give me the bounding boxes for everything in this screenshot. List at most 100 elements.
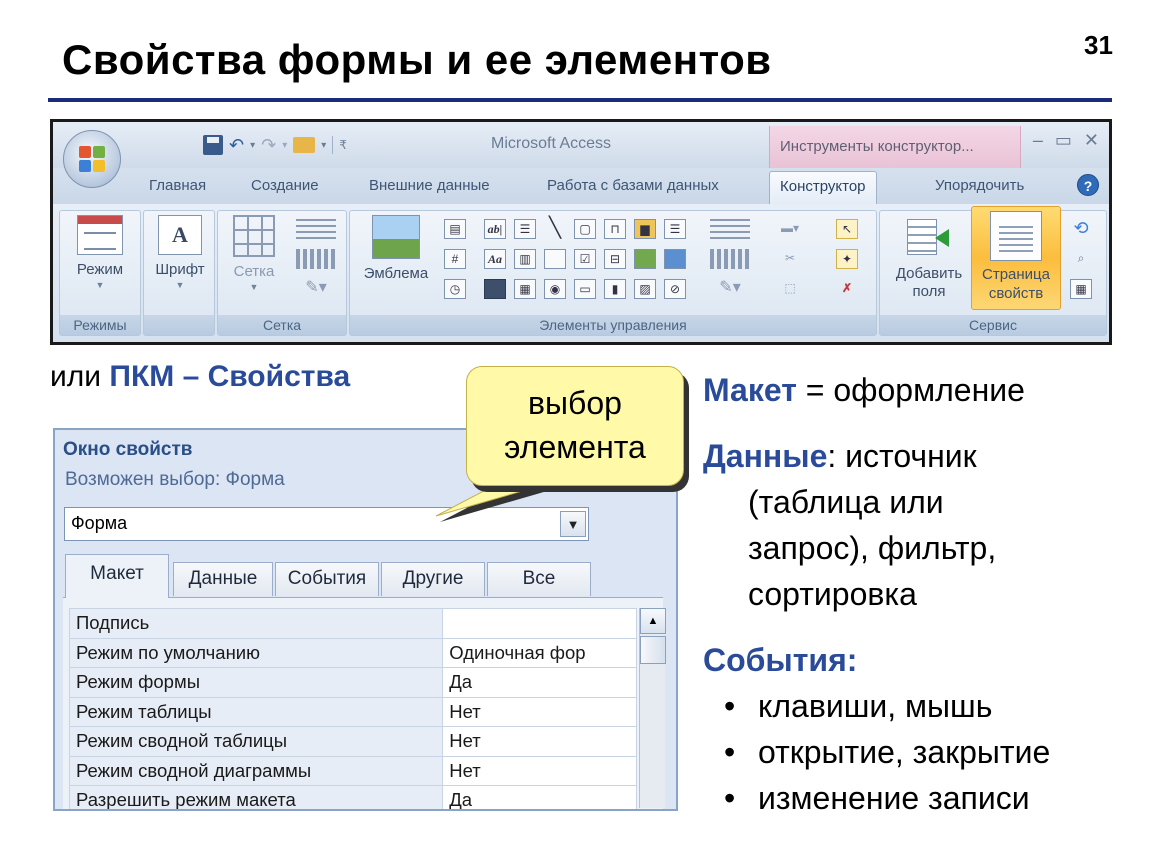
events-bullet-text: клавиши, мышь — [758, 688, 993, 724]
group-views: Режим ▼ Режимы — [59, 210, 141, 336]
property-value[interactable]: Да — [442, 667, 637, 698]
rectangle-icon[interactable] — [544, 249, 566, 269]
control-wizards-icon[interactable]: ✂ — [770, 249, 810, 269]
note-layout-text: = оформление — [796, 372, 1025, 408]
tab-home[interactable]: Главная — [149, 177, 206, 194]
textbox-icon[interactable]: ab| — [484, 219, 506, 239]
context-tools-label: Инструменты конструктор... — [780, 138, 974, 155]
view-mode-button[interactable]: Режим ▼ — [68, 215, 132, 290]
events-bullet: • клавиши, мышь — [724, 688, 993, 724]
tab-all[interactable]: Все — [487, 562, 591, 596]
hyperlink-icon[interactable] — [664, 249, 686, 269]
code-icon[interactable]: ⟲ — [1070, 219, 1092, 239]
property-value[interactable]: Да — [442, 785, 637, 809]
office-button[interactable] — [63, 130, 121, 188]
view-code-icon[interactable]: ⌕ — [1070, 249, 1092, 269]
property-value[interactable]: Нет — [442, 755, 637, 786]
property-row[interactable]: Режим формы Да — [68, 667, 637, 698]
control-line-type-icon[interactable] — [710, 249, 750, 269]
right-click-prefix: или — [50, 360, 102, 393]
maximize-icon[interactable]: ▭ — [1055, 130, 1072, 151]
option-group-icon[interactable]: ▢ — [574, 219, 596, 239]
property-tabs: Макет Данные События Другие Все — [63, 554, 663, 598]
tab-arrange[interactable]: Упорядочить — [935, 177, 1024, 194]
object-selector[interactable]: Форма ▼ — [64, 507, 589, 541]
customize-qat-icon[interactable]: ₹ — [339, 138, 347, 152]
line-icon[interactable]: ╲ — [544, 218, 566, 239]
bound-object-icon[interactable]: ☰ — [664, 219, 686, 239]
title-icon[interactable]: ▤ — [444, 219, 466, 239]
note-events-keyword: События: — [703, 642, 858, 678]
option-button-icon[interactable]: ◉ — [544, 279, 566, 299]
checkbox-icon[interactable]: ☑ — [574, 249, 596, 269]
property-row[interactable]: Режим сводной таблицы Нет — [68, 726, 637, 757]
property-row[interactable]: Режим сводной диаграммы Нет — [68, 755, 637, 786]
quick-access-toolbar: ↶ ▾ ↷ ▾ ▾ ₹ — [139, 132, 347, 158]
convert-macros-icon[interactable]: ▦ — [1070, 279, 1092, 299]
tab-create[interactable]: Создание — [251, 177, 319, 194]
page-number-icon[interactable]: # — [444, 249, 466, 269]
special-effect-icon[interactable]: ▬▾ — [770, 219, 810, 239]
activex-icon[interactable]: ✗ — [836, 279, 858, 299]
property-row[interactable]: Режим таблицы Нет — [68, 696, 637, 727]
property-grid-scrollbar[interactable]: ▲ — [639, 608, 666, 808]
wand-icon[interactable]: ✦ — [836, 249, 858, 269]
property-sheet-button[interactable]: Страница свойств — [971, 206, 1061, 310]
tab-database-tools[interactable]: Работа с базами данных — [547, 177, 719, 194]
line-width-icon[interactable] — [296, 219, 336, 239]
open-folder-icon[interactable] — [293, 137, 316, 153]
image-icon[interactable] — [634, 249, 656, 269]
control-line-color-icon[interactable]: ✎▾ — [710, 279, 750, 299]
property-row[interactable]: Разрешить режим макета Да — [68, 785, 637, 809]
property-row[interactable]: Режим по умолчанию Одиночная фор — [68, 637, 637, 668]
scroll-up-icon[interactable]: ▲ — [640, 608, 666, 634]
select-pointer-icon[interactable]: ↖ — [836, 219, 858, 239]
line-style-icon[interactable] — [296, 249, 336, 269]
page-break-icon[interactable]: ⊟ — [604, 249, 626, 269]
scroll-thumb[interactable] — [640, 636, 666, 664]
tab-design[interactable]: Конструктор — [769, 171, 877, 204]
tab-events[interactable]: События — [275, 562, 379, 596]
dropdown-arrow-icon: ▼ — [95, 280, 105, 290]
property-value[interactable]: Нет — [442, 726, 637, 757]
chart-icon[interactable]: ▆ — [634, 219, 656, 239]
close-icon[interactable]: ✕ — [1084, 130, 1099, 151]
note-layout-keyword: Макет — [703, 372, 797, 408]
undo-icon[interactable]: ↶ — [229, 135, 244, 156]
gridlines-button[interactable]: Сетка ▼ — [224, 215, 284, 292]
tab-other[interactable]: Другие — [381, 562, 485, 596]
add-fields-button[interactable]: Добавить поля — [886, 215, 972, 301]
date-time-icon[interactable]: ◷ — [444, 279, 466, 299]
unbound-object-icon[interactable]: ▨ — [634, 279, 656, 299]
combo-box-icon[interactable]: ☰ — [514, 219, 536, 239]
minimize-icon[interactable]: – — [1033, 130, 1043, 151]
toggle-button-icon[interactable]: ▭ — [574, 279, 596, 299]
logo-button[interactable]: Эмблема — [356, 215, 436, 282]
help-icon[interactable]: ? — [1077, 174, 1099, 196]
chevron-down-icon[interactable]: ▼ — [560, 511, 586, 537]
tab-data[interactable]: Данные — [173, 562, 273, 596]
tab-external-data[interactable]: Внешние данные — [369, 177, 490, 194]
label-icon[interactable]: Aa — [484, 249, 506, 269]
property-value[interactable]: Одиночная фор — [442, 637, 637, 668]
controls-col-1: ▤ # ◷ — [444, 219, 466, 299]
logo-label: Эмблема — [363, 265, 429, 282]
font-button[interactable]: A Шрифт ▼ — [150, 215, 210, 290]
property-row[interactable]: Подпись — [68, 608, 637, 639]
property-sheet-icon — [990, 211, 1042, 261]
save-icon[interactable] — [203, 135, 223, 155]
subform-icon[interactable]: ▦ — [514, 279, 536, 299]
tab-control-icon[interactable]: ⊓ — [604, 219, 626, 239]
property-value[interactable] — [442, 608, 637, 639]
line-color-icon[interactable]: ✎▾ — [296, 279, 336, 299]
property-value[interactable]: Нет — [442, 696, 637, 727]
set-control-defaults-icon[interactable]: ⬚ — [770, 279, 810, 299]
list-box-icon[interactable]: ▥ — [514, 249, 536, 269]
control-line-thickness-icon[interactable] — [710, 219, 750, 239]
tab-format[interactable]: Макет — [65, 554, 169, 598]
redo-icon[interactable]: ↷ — [261, 135, 276, 156]
button-control-icon[interactable] — [484, 279, 506, 299]
insert-chart-icon[interactable]: ▮ — [604, 279, 626, 299]
attachment-icon[interactable]: ⊘ — [664, 279, 686, 299]
property-sheet-title: Окно свойств — [63, 439, 193, 460]
